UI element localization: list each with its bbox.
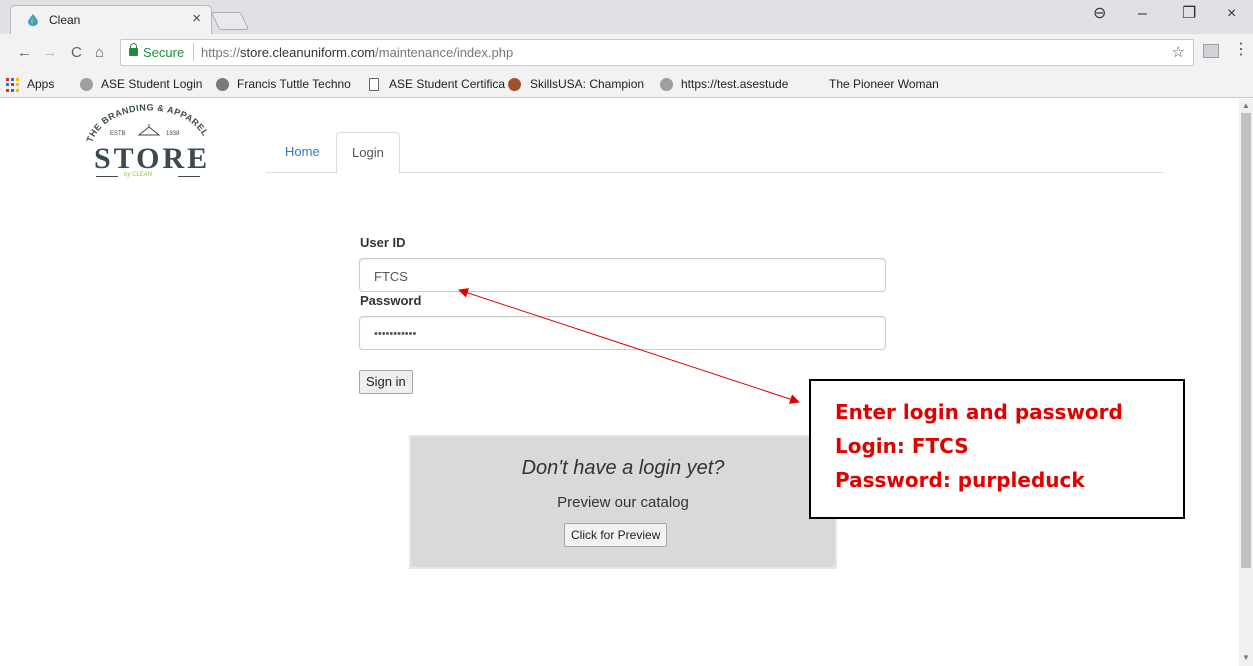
logo-tag: by CLEAN	[124, 172, 153, 178]
scroll-thumb[interactable]	[1241, 113, 1251, 568]
logo-store-text: STORE	[94, 142, 211, 175]
page-scrollbar[interactable]: ▲ ▼	[1239, 99, 1253, 666]
callout-line-1: Enter login and password	[835, 400, 1123, 424]
preview-subtitle: Preview our catalog	[557, 494, 689, 511]
logo-divider	[96, 176, 118, 177]
bookmark-test-ase[interactable]: https://test.asestude	[681, 77, 788, 91]
bookmark-pioneer-woman[interactable]: The Pioneer Woman	[829, 77, 939, 91]
url-host: store.cleanuniform.com	[240, 45, 376, 60]
bookmark-ase-student-login[interactable]: ASE Student Login	[101, 77, 202, 91]
password-label: Password	[360, 293, 422, 308]
close-window-button[interactable]: ×	[1227, 6, 1236, 22]
extension-icon[interactable]	[1203, 44, 1219, 58]
callout-line-3: Password: purpleduck	[835, 468, 1085, 492]
apps-grid-icon[interactable]	[6, 78, 20, 92]
user-id-label: User ID	[360, 235, 406, 250]
droplet-icon	[28, 14, 38, 26]
browser-tab[interactable]: Clean ×	[10, 5, 212, 34]
logo-arc-text: THE BRANDING & APPAREL	[84, 102, 210, 143]
page-icon	[369, 78, 379, 91]
scroll-up-icon[interactable]: ▲	[1242, 101, 1250, 110]
lock-icon	[129, 43, 138, 56]
sign-in-button[interactable]: Sign in	[359, 370, 413, 394]
gear-icon	[80, 78, 93, 91]
tab-close-icon[interactable]: ×	[192, 11, 201, 26]
click-for-preview-button[interactable]: Click for Preview	[564, 523, 668, 547]
bookmark-ase-student-cert[interactable]: ASE Student Certifica	[389, 77, 505, 91]
browser-menu-icon[interactable]: ⋮	[1233, 42, 1249, 58]
logo-estb: ESTB	[110, 131, 126, 137]
logo-year: 1938	[166, 131, 180, 137]
title-bar: Clean × ⊖ – ❐ ×	[0, 0, 1253, 34]
logo-arc: THE BRANDING & APPAREL	[84, 102, 210, 143]
back-button[interactable]: ←	[17, 45, 32, 60]
preview-panel: Don't have a login yet? Preview our cata…	[409, 435, 837, 569]
url-scheme: https://	[201, 45, 241, 60]
forward-button[interactable]: →	[42, 45, 57, 60]
tab-login[interactable]: Login	[336, 132, 400, 174]
browser-window: Clean × ⊖ – ❐ × ← → C ⌂ Secure https://s…	[0, 0, 1253, 666]
browser-toolbar: ← → C ⌂ Secure https://store.cleanunifor…	[0, 34, 1253, 72]
bookmark-francis-tuttle[interactable]: Francis Tuttle Techno	[237, 77, 351, 91]
url-path: /maintenance/index.php	[375, 45, 514, 60]
bookmark-star-icon[interactable]: ☆	[1172, 43, 1185, 61]
maximize-button[interactable]: ❐	[1182, 6, 1196, 22]
tab-title: Clean	[49, 13, 81, 27]
new-tab-button[interactable]	[210, 12, 250, 30]
nav-tabs: Home Login	[266, 132, 1164, 174]
address-bar[interactable]: Secure https://store.cleanuniform.com/ma…	[120, 39, 1194, 66]
svg-text:THE BRANDING & APPAREL: THE BRANDING & APPAREL	[84, 102, 210, 143]
tab-home[interactable]: Home	[270, 132, 335, 173]
store-logo[interactable]: THE BRANDING & APPAREL ESTB 1938 STORE b…	[84, 99, 214, 179]
bookmark-apps[interactable]: Apps	[27, 77, 54, 91]
scroll-down-icon[interactable]: ▼	[1242, 653, 1250, 662]
user-id-input[interactable]: FTCS	[359, 258, 886, 292]
bookmark-skillsusa[interactable]: SkillsUSA: Champion	[530, 77, 644, 91]
reload-button[interactable]: C	[71, 45, 82, 60]
profile-icon[interactable]: ⊖	[1093, 6, 1106, 22]
logo-divider	[178, 176, 200, 177]
url-separator	[193, 43, 194, 61]
bookmarks-bar: Apps ASE Student Login Francis Tuttle Te…	[0, 72, 1253, 98]
minimize-button[interactable]: –	[1138, 6, 1147, 22]
ft-logo-icon	[216, 78, 229, 91]
password-input[interactable]: •••••••••••	[359, 316, 886, 350]
security-label: Secure	[143, 45, 185, 60]
skillsusa-icon	[508, 78, 521, 91]
url-text: https://store.cleanuniform.com/maintenan…	[201, 45, 513, 60]
callout-line-2: Login: FTCS	[835, 434, 969, 458]
annotation-callout: Enter login and password Login: FTCS Pas…	[809, 379, 1185, 519]
preview-title: Don't have a login yet?	[521, 457, 725, 479]
gear-icon	[660, 78, 673, 91]
home-button[interactable]: ⌂	[95, 45, 104, 60]
